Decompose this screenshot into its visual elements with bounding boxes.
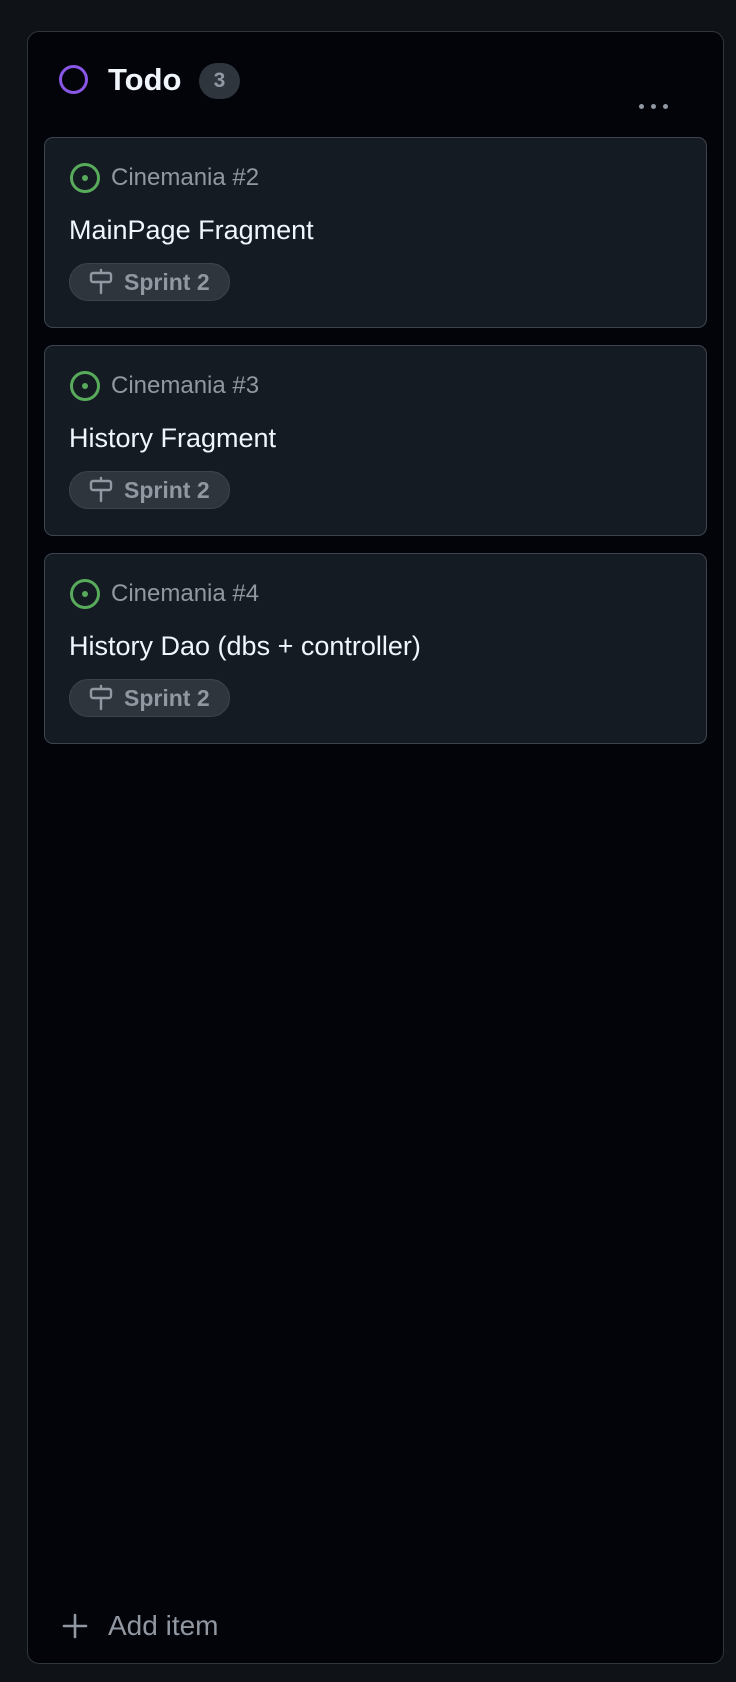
issue-card[interactable]: Cinemania #3 History Fragment Sprint 2	[44, 345, 707, 536]
milestone-icon	[89, 684, 113, 711]
milestone-badge[interactable]: Sprint 2	[69, 263, 230, 301]
issue-title[interactable]: MainPage Fragment	[69, 213, 314, 247]
column-title: Todo	[108, 62, 182, 97]
status-circle-icon	[59, 65, 88, 94]
issue-reference[interactable]: Cinemania #2	[111, 163, 259, 193]
issue-title[interactable]: History Fragment	[69, 421, 276, 455]
more-dot-icon	[638, 104, 644, 109]
milestone-badge[interactable]: Sprint 2	[69, 471, 230, 509]
column-header: Todo 3	[28, 32, 723, 136]
issue-open-icon	[70, 579, 100, 609]
milestone-badge[interactable]: Sprint 2	[69, 679, 230, 717]
column-menu-button[interactable]	[626, 88, 680, 124]
milestone-label: Sprint 2	[124, 269, 210, 295]
issue-card[interactable]: Cinemania #4 History Dao (dbs + controll…	[44, 553, 707, 744]
milestone-icon	[89, 268, 113, 295]
milestone-label: Sprint 2	[124, 685, 210, 711]
more-dot-icon	[662, 104, 668, 109]
issue-title[interactable]: History Dao (dbs + controller)	[69, 629, 421, 663]
plus-icon	[62, 1613, 88, 1639]
issue-open-icon	[70, 163, 100, 193]
issue-open-icon	[70, 371, 100, 401]
issue-reference[interactable]: Cinemania #3	[111, 371, 259, 401]
more-dot-icon	[650, 104, 656, 109]
add-item-button[interactable]: Add item	[62, 1606, 219, 1646]
milestone-icon	[89, 476, 113, 503]
add-item-label: Add item	[108, 1610, 219, 1641]
board-column-todo: Todo 3 Cinemania #2 MainPage Fragment Sp…	[27, 31, 724, 1664]
item-count-badge: 3	[199, 63, 240, 99]
issue-card[interactable]: Cinemania #2 MainPage Fragment Sprint 2	[44, 137, 707, 328]
milestone-label: Sprint 2	[124, 477, 210, 503]
issue-reference[interactable]: Cinemania #4	[111, 579, 259, 609]
